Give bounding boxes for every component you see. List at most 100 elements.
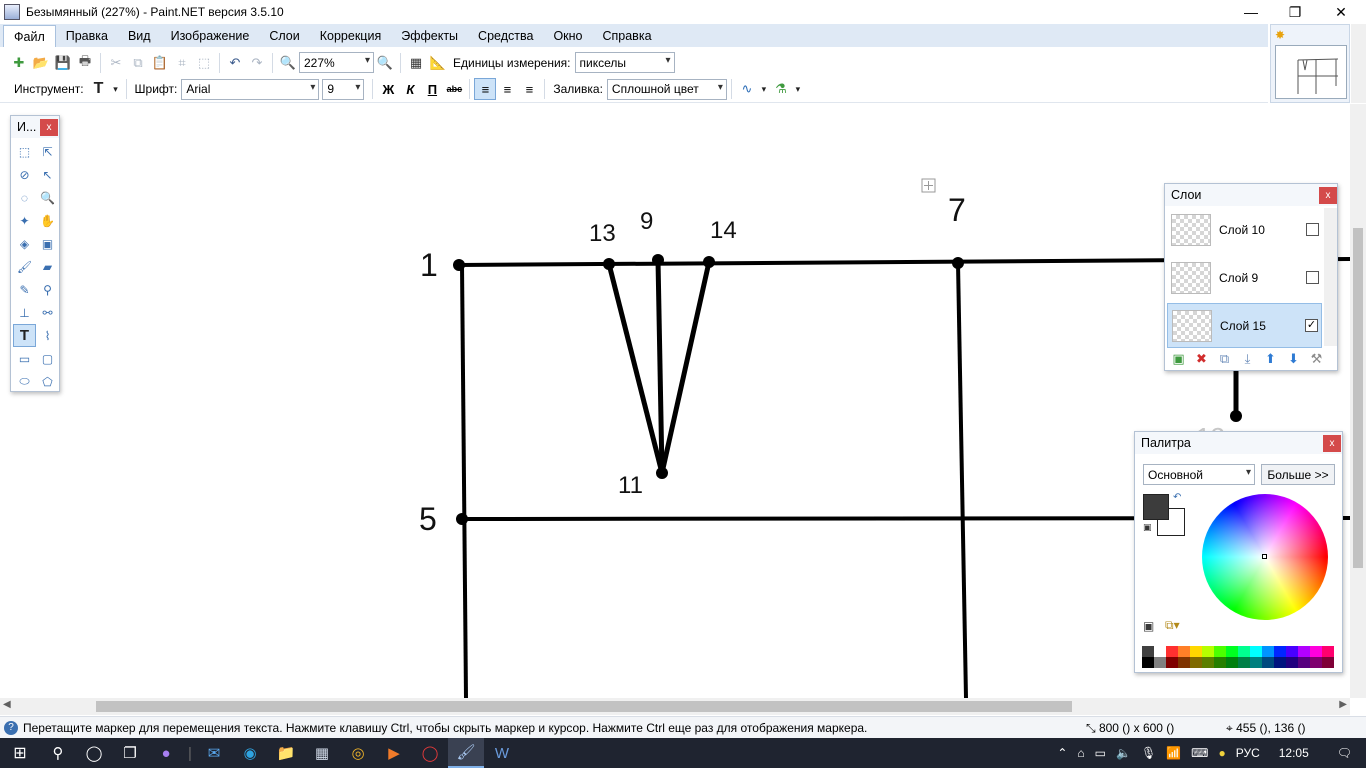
thumbnail-scrollbar[interactable] <box>1351 24 1366 103</box>
restore-button[interactable]: ❐ <box>1272 0 1318 24</box>
italic-button[interactable]: К <box>399 78 421 100</box>
color-swatch[interactable] <box>1154 657 1166 668</box>
chevron-down-icon[interactable]: ▾ <box>758 78 770 100</box>
paste-icon[interactable]: 📋 <box>149 52 171 74</box>
color-swatch[interactable] <box>1226 657 1238 668</box>
color-swatch[interactable] <box>1178 657 1190 668</box>
move-selected-icon[interactable]: ↖ <box>36 163 59 186</box>
delete-layer-icon[interactable]: ✖ <box>1190 351 1213 367</box>
color-swatch[interactable] <box>1322 646 1334 657</box>
duplicate-layer-icon[interactable]: ⧉ <box>1213 351 1236 367</box>
color-swatch[interactable] <box>1262 646 1274 657</box>
palette-window-title[interactable]: Палитра <box>1135 432 1342 454</box>
alice-assistant-icon[interactable]: ● <box>148 738 184 768</box>
current-tool-text-icon[interactable]: T <box>88 78 110 100</box>
ellipse-select-icon[interactable]: ◌ <box>13 186 36 209</box>
color-swatch[interactable] <box>1262 657 1274 668</box>
save-icon[interactable]: 💾 <box>52 52 74 74</box>
color-wheel[interactable] <box>1202 494 1328 620</box>
file-explorer-icon[interactable]: 📁 <box>268 738 304 768</box>
menu-item-7[interactable]: Средства <box>468 25 543 47</box>
crop-to-selection-icon[interactable]: ⌗ <box>171 52 193 74</box>
menu-item-8[interactable]: Окно <box>543 25 592 47</box>
tools-close-button[interactable]: x <box>40 119 58 136</box>
menu-item-5[interactable]: Коррекция <box>310 25 391 47</box>
recolor-icon[interactable]: ⚯ <box>36 301 59 324</box>
align-center-button[interactable]: ≡ <box>496 78 518 100</box>
battery-icon[interactable]: ▭ <box>1090 746 1111 760</box>
fill-combo[interactable]: Сплошной цвет ▾ <box>606 78 727 100</box>
layer-row[interactable]: Слой 9 <box>1167 255 1322 300</box>
move-selection-icon[interactable]: ⇱ <box>36 140 59 163</box>
rectangle-select-icon[interactable]: ⬚ <box>13 140 36 163</box>
minimize-button[interactable]: — <box>1228 0 1274 24</box>
chrome-icon[interactable]: ◎ <box>340 738 376 768</box>
blend-mode-icon[interactable]: ⚗ <box>770 78 792 100</box>
color-swatch[interactable] <box>1190 657 1202 668</box>
more-button[interactable]: Больше >> <box>1261 464 1335 485</box>
align-right-button[interactable]: ≡ <box>518 78 540 100</box>
chevron-down-icon[interactable]: ▾ <box>110 78 122 100</box>
color-swatch[interactable] <box>1214 657 1226 668</box>
color-swatch[interactable] <box>1142 646 1154 657</box>
paint-net-app-icon[interactable] <box>4 4 20 20</box>
underline-button[interactable]: П <box>421 78 443 100</box>
menu-item-0[interactable]: Файл <box>3 25 56 47</box>
zoom-out-icon[interactable]: 🔍 <box>277 52 299 74</box>
keyboard-icon[interactable]: ⌨ <box>1186 746 1213 760</box>
add-layer-icon[interactable]: ▣ <box>1167 351 1190 367</box>
merge-layer-down-icon[interactable]: ⤓ <box>1236 351 1259 367</box>
add-to-palette-icon[interactable]: ▣ <box>1143 619 1154 633</box>
wifi-icon[interactable]: 📶 <box>1161 746 1186 760</box>
palette-close-button[interactable]: x <box>1323 435 1341 452</box>
paintbrush-icon[interactable]: 🖌 <box>13 255 36 278</box>
zoom-in-icon[interactable]: 🔍 <box>374 52 396 74</box>
layers-window-title[interactable]: Слои <box>1165 184 1337 206</box>
paint-net-taskbar-icon[interactable]: 🖌 <box>448 738 484 768</box>
color-swatch[interactable] <box>1190 646 1202 657</box>
horizontal-scroll-thumb[interactable] <box>96 701 1072 712</box>
yandex-icon[interactable]: ● <box>1213 746 1230 760</box>
gradient-icon[interactable]: ▣ <box>36 232 59 255</box>
color-swatch[interactable] <box>1142 657 1154 668</box>
color-swatch[interactable] <box>1274 657 1286 668</box>
rulers-icon[interactable]: 📐 <box>427 52 449 74</box>
color-swatch[interactable] <box>1286 657 1298 668</box>
task-view-icon[interactable]: ❐ <box>112 738 148 768</box>
clock[interactable]: 12:05 <box>1265 746 1323 760</box>
media-player-icon[interactable]: ▶ <box>376 738 412 768</box>
move-layer-down-icon[interactable]: ⬇ <box>1282 351 1305 367</box>
start-windows-icon[interactable]: ⊞ <box>0 738 40 768</box>
color-swatch[interactable] <box>1298 646 1310 657</box>
color-swatch[interactable] <box>1166 646 1178 657</box>
rounded-rectangle-icon[interactable]: ▢ <box>36 347 59 370</box>
menu-item-6[interactable]: Эффекты <box>391 25 468 47</box>
color-swatch[interactable] <box>1166 657 1178 668</box>
color-swatch[interactable] <box>1250 657 1262 668</box>
new-image-icon[interactable]: ✚ <box>8 52 30 74</box>
freeform-shape-icon[interactable]: ⬠ <box>36 370 59 393</box>
grid-icon[interactable]: ▦ <box>405 52 427 74</box>
primary-color-swatch[interactable] <box>1143 494 1169 520</box>
font-size-combo[interactable]: 9 ▾ <box>322 78 365 100</box>
menu-item-2[interactable]: Вид <box>118 25 161 47</box>
layer-visibility-checkbox[interactable]: ✓ <box>1305 319 1318 332</box>
print-icon[interactable]: 🖶 <box>74 52 96 74</box>
palette-mode-combo[interactable]: Основной ▾ <box>1143 464 1255 485</box>
layer-row[interactable]: Слой 10 <box>1167 207 1322 252</box>
tray-chevron-up-icon[interactable]: ⌃ <box>1052 746 1072 760</box>
scroll-right-icon[interactable]: ▶ <box>1339 699 1347 710</box>
menu-item-4[interactable]: Слои <box>259 25 309 47</box>
layers-close-button[interactable]: x <box>1319 187 1337 204</box>
layer-properties-icon[interactable]: ⚒ <box>1305 351 1328 367</box>
mic-icon[interactable]: 🎙 <box>1136 746 1161 760</box>
menu-item-9[interactable]: Справка <box>592 25 661 47</box>
redo-icon[interactable]: ↷ <box>246 52 268 74</box>
reset-colors-icon[interactable]: ▣ <box>1143 522 1152 533</box>
color-swatch[interactable] <box>1274 646 1286 657</box>
volume-icon[interactable]: 🔈 <box>1111 746 1136 760</box>
rectangle-icon[interactable]: ▭ <box>13 347 36 370</box>
color-swatch[interactable] <box>1202 646 1214 657</box>
edge-browser-icon[interactable]: ◉ <box>232 738 268 768</box>
zoom-combo[interactable]: 227% ▾ <box>299 52 374 73</box>
